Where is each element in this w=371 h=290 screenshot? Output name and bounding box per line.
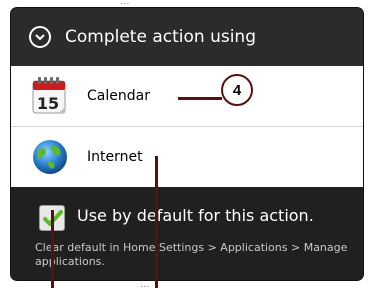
list-item-internet[interactable]: Internet	[11, 127, 363, 187]
chevron-down-icon	[29, 26, 51, 48]
background-text-bottom: ...	[140, 279, 150, 290]
dialog-title-bar: Complete action using	[11, 8, 363, 66]
callout-line-checkbox	[51, 210, 54, 288]
complete-action-dialog: Complete action using 15 Calendar Intern…	[11, 8, 363, 280]
callout-line-horizontal	[178, 97, 222, 100]
clear-default-hint: Clear default in Home Settings > Applica…	[35, 241, 348, 268]
dialog-title: Complete action using	[65, 27, 256, 47]
app-list: 15 Calendar Internet	[11, 66, 363, 187]
list-item-label-internet: Internet	[87, 149, 143, 165]
use-default-label: Use by default for this action.	[77, 206, 314, 225]
dialog-footer: Use by default for this action. Clear de…	[11, 187, 363, 280]
callout-line-internet	[155, 156, 158, 288]
globe-icon	[29, 136, 71, 178]
callout-number: 4	[221, 74, 253, 106]
calendar-icon-date: 15	[37, 94, 59, 113]
background-text-top: ...	[120, 0, 130, 7]
calendar-icon: 15	[29, 75, 71, 117]
list-item-label-calendar: Calendar	[87, 88, 150, 104]
